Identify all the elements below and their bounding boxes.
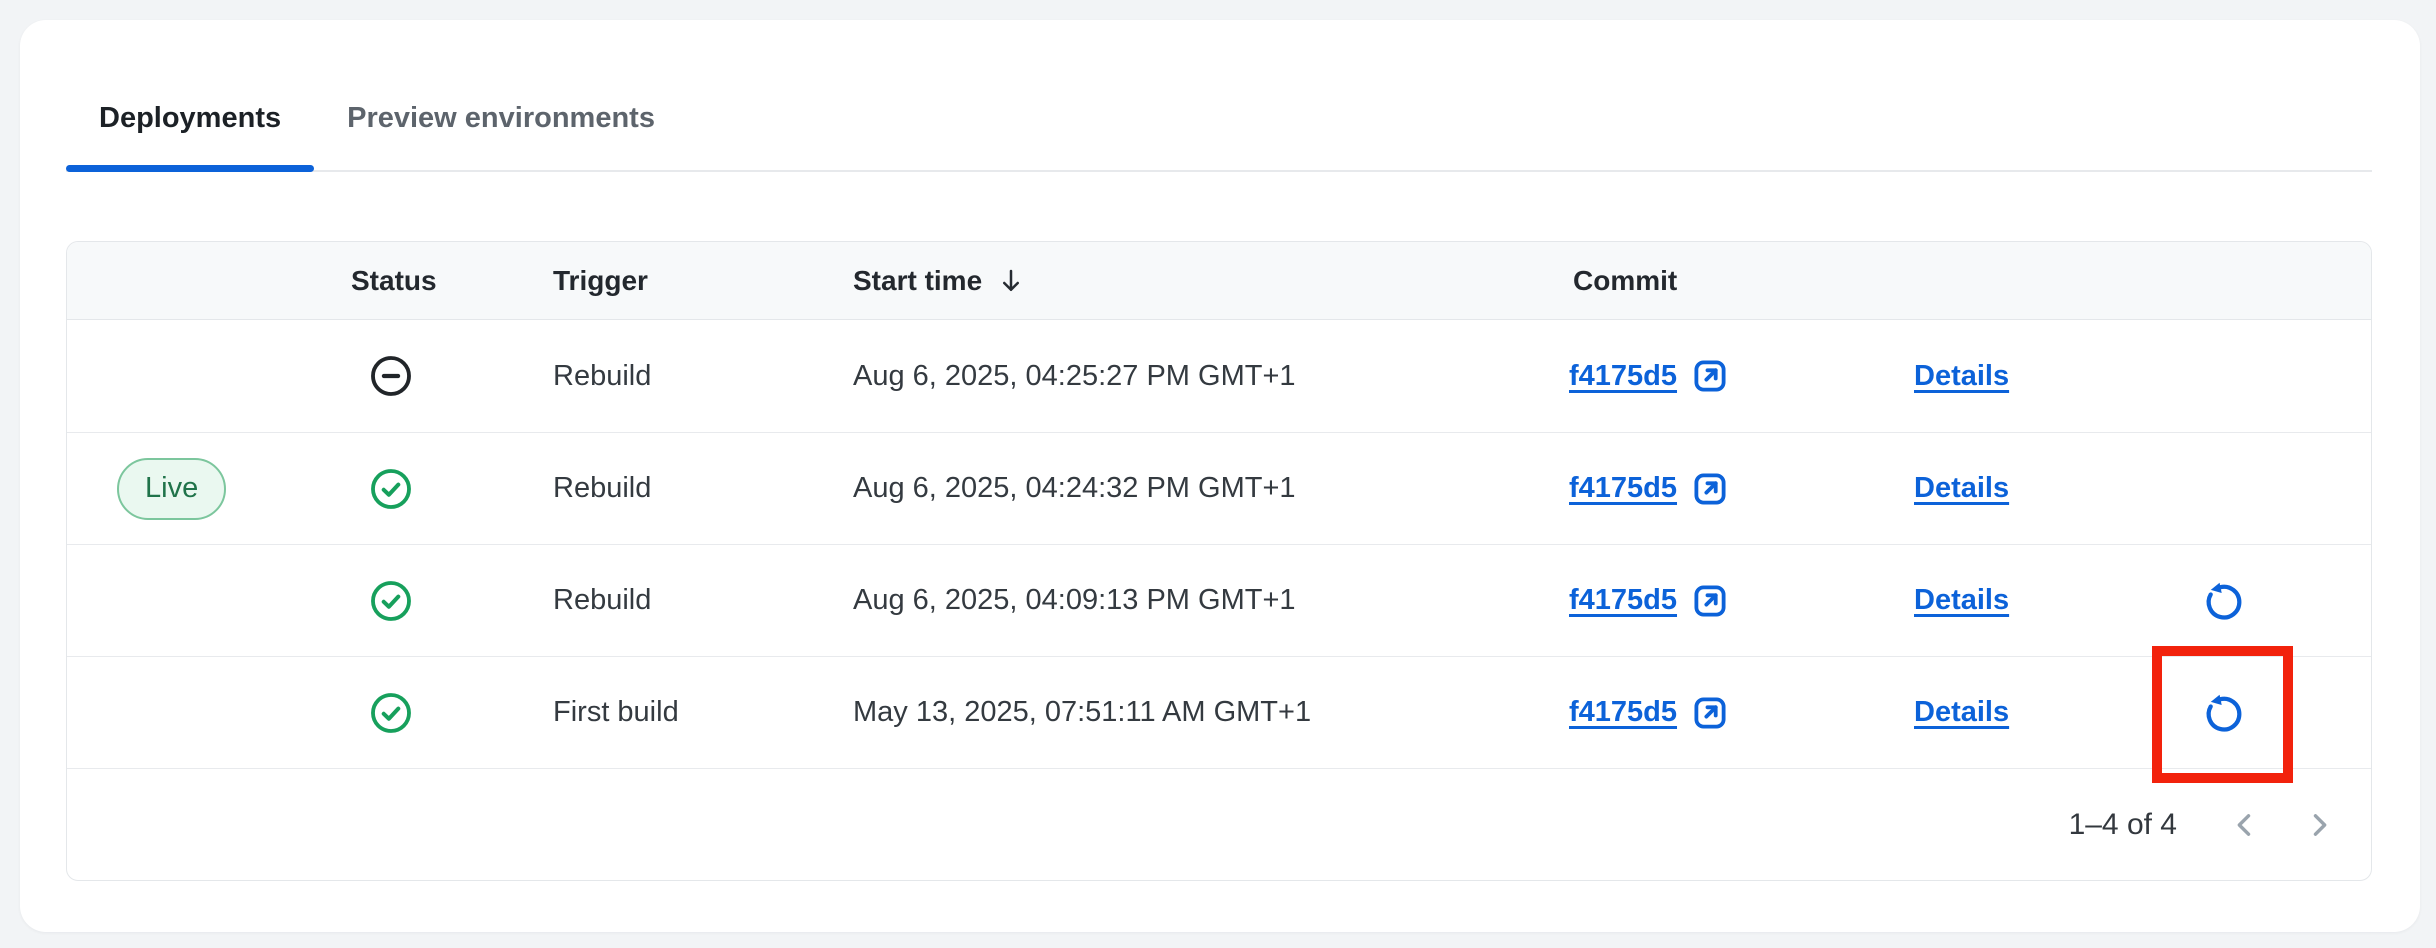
live-badge: Live [117, 458, 226, 520]
status-stopped-icon [368, 353, 414, 399]
status-cell [329, 353, 529, 399]
retry-icon[interactable] [2201, 578, 2247, 624]
actions-cell [2129, 578, 2371, 624]
commit-cell: f4175d5 [1549, 470, 1889, 508]
details-cell: Details [1889, 472, 2129, 505]
column-header-trigger: Trigger [529, 265, 829, 297]
trigger-cell: Rebuild [529, 584, 829, 617]
actions-cell [2129, 690, 2371, 736]
status-cell [329, 690, 529, 736]
column-header-status-label: Status [351, 265, 437, 297]
trigger-cell: First build [529, 696, 829, 729]
details-link[interactable]: Details [1914, 472, 2009, 505]
deployments-table: Status Trigger Start time Commit Rebuild… [66, 241, 2372, 881]
commit-link[interactable]: f4175d5 [1569, 360, 1677, 393]
column-header-trigger-label: Trigger [553, 265, 648, 297]
commit-link[interactable]: f4175d5 [1569, 696, 1677, 729]
external-link-icon[interactable] [1691, 582, 1729, 620]
table-row: Rebuild Aug 6, 2025, 04:09:13 PM GMT+1 f… [67, 544, 2371, 656]
start-time-cell: May 13, 2025, 07:51:11 AM GMT+1 [829, 696, 1549, 729]
column-header-commit-label: Commit [1573, 265, 1677, 297]
details-cell: Details [1889, 584, 2129, 617]
status-success-icon [368, 466, 414, 512]
column-header-status: Status [329, 265, 529, 297]
start-time-cell: Aug 6, 2025, 04:09:13 PM GMT+1 [829, 584, 1549, 617]
external-link-icon[interactable] [1691, 470, 1729, 508]
commit-link[interactable]: f4175d5 [1569, 584, 1677, 617]
table-row: Rebuild Aug 6, 2025, 04:25:27 PM GMT+1 f… [67, 320, 2371, 432]
column-header-start-time[interactable]: Start time [829, 265, 1549, 297]
column-header-commit: Commit [1549, 265, 1889, 297]
details-cell: Details [1889, 360, 2129, 393]
table-row: First build May 13, 2025, 07:51:11 AM GM… [67, 656, 2371, 768]
pagination-range: 1–4 of 4 [2069, 808, 2177, 842]
start-time-cell: Aug 6, 2025, 04:24:32 PM GMT+1 [829, 472, 1549, 505]
table-header-row: Status Trigger Start time Commit [67, 242, 2371, 320]
status-cell [329, 466, 529, 512]
pagination-next-button[interactable] [2297, 801, 2341, 849]
commit-link[interactable]: f4175d5 [1569, 472, 1677, 505]
table-row: Live Rebuild Aug 6, 2025, 04:24:32 PM GM… [67, 432, 2371, 544]
sort-descending-icon [996, 266, 1026, 296]
external-link-icon[interactable] [1691, 357, 1729, 395]
details-link[interactable]: Details [1914, 696, 2009, 729]
environment-cell: Live [67, 458, 329, 520]
status-success-icon [368, 578, 414, 624]
trigger-cell: Rebuild [529, 360, 829, 393]
details-link[interactable]: Details [1914, 584, 2009, 617]
deployments-panel: Deployments Preview environments Status … [20, 20, 2420, 932]
status-success-icon [368, 690, 414, 736]
status-cell [329, 578, 529, 624]
commit-cell: f4175d5 [1549, 357, 1889, 395]
commit-cell: f4175d5 [1549, 694, 1889, 732]
trigger-cell: Rebuild [529, 472, 829, 505]
start-time-cell: Aug 6, 2025, 04:25:27 PM GMT+1 [829, 360, 1549, 393]
details-link[interactable]: Details [1914, 360, 2009, 393]
external-link-icon[interactable] [1691, 694, 1729, 732]
commit-cell: f4175d5 [1549, 582, 1889, 620]
column-header-start-time-label: Start time [853, 265, 982, 297]
details-cell: Details [1889, 696, 2129, 729]
tab-preview-environments[interactable]: Preview environments [314, 100, 688, 170]
pagination-prev-button[interactable] [2223, 801, 2267, 849]
table-footer-row: 1–4 of 4 [67, 768, 2371, 880]
tab-deployments[interactable]: Deployments [66, 100, 314, 170]
retry-icon[interactable] [2201, 690, 2247, 736]
tab-bar: Deployments Preview environments [66, 100, 2372, 172]
